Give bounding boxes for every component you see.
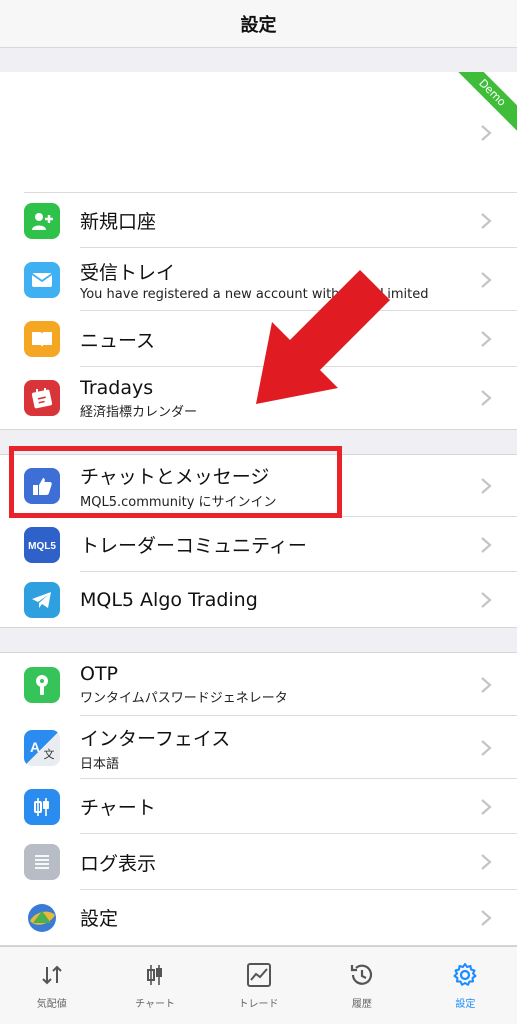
menu-item-algo-trading[interactable]: MQL5 Algo Trading xyxy=(0,572,517,627)
settings-icon xyxy=(453,963,477,986)
chevron-right-icon xyxy=(481,591,492,608)
translate-icon: A文 xyxy=(24,729,60,766)
menu-item-chart[interactable]: チャート xyxy=(0,779,517,834)
mql5-icon: MQL5 xyxy=(24,526,60,563)
key-icon xyxy=(24,666,60,703)
book-icon xyxy=(24,321,60,357)
account-card[interactable]: Demo xyxy=(0,72,517,193)
menu-item-log[interactable]: ログ表示 xyxy=(0,834,517,890)
tab-label: 設定 xyxy=(455,999,476,1010)
tab-bar: 気配値 チャート トレード 履歴 設定 xyxy=(0,946,517,1024)
menu-item-label: OTP xyxy=(80,663,119,685)
chevron-right-icon xyxy=(481,909,492,926)
add-user-icon xyxy=(24,202,60,239)
menu-item-label: ログ表示 xyxy=(80,852,157,875)
chevron-right-icon xyxy=(481,212,492,229)
menu-item-label: 設定 xyxy=(80,908,119,930)
telegram-icon xyxy=(24,581,60,618)
annotation-arrow-icon xyxy=(256,270,390,404)
tab-quotes[interactable]: 気配値 xyxy=(0,947,103,1024)
chevron-right-icon xyxy=(481,798,492,815)
chevron-right-icon xyxy=(481,536,492,553)
log-icon xyxy=(24,844,60,880)
tab-label: 履歴 xyxy=(351,999,372,1010)
tab-history[interactable]: 履歴 xyxy=(310,947,413,1024)
history-icon xyxy=(350,964,372,985)
section-app-settings: OTP ワンタイムパスワードジェネレータ A文 インターフェイス 日本語 チャー… xyxy=(0,652,517,946)
menu-item-sublabel: ワンタイムパスワードジェネレータ xyxy=(80,691,288,706)
menu-item-label: チャート xyxy=(80,797,156,819)
chevron-right-icon xyxy=(481,331,492,347)
menu-item-label: MQL5 Algo Trading xyxy=(80,588,258,611)
chart-icon xyxy=(147,965,163,985)
chevron-right-icon xyxy=(481,124,492,141)
menu-item-otp[interactable]: OTP ワンタイムパスワードジェネレータ xyxy=(0,653,517,716)
svg-text:MQL5: MQL5 xyxy=(28,541,56,552)
mt-logo-icon xyxy=(24,899,60,936)
chevron-right-icon xyxy=(481,390,492,406)
chevron-right-icon xyxy=(481,676,492,693)
tab-settings[interactable]: 設定 xyxy=(414,947,517,1024)
svg-text:A: A xyxy=(30,739,40,755)
mail-icon xyxy=(24,261,60,298)
chevron-right-icon xyxy=(481,478,492,494)
chevron-right-icon xyxy=(481,854,492,870)
tab-label: 気配値 xyxy=(36,999,67,1010)
svg-text:文: 文 xyxy=(44,747,55,761)
highlight-box xyxy=(9,446,342,518)
menu-item-label: インターフェイス xyxy=(80,727,231,750)
menu-item-label: 新規口座 xyxy=(80,211,157,233)
menu-item-new-account[interactable]: 新規口座 xyxy=(0,193,517,248)
menu-item-sublabel: 日本語 xyxy=(80,756,120,772)
tab-trade[interactable]: トレード xyxy=(207,947,310,1024)
tab-label: トレード xyxy=(238,999,279,1010)
page-title: 設定 xyxy=(240,14,277,36)
menu-item-settings[interactable]: 設定 xyxy=(0,890,517,945)
menu-item-label: トレーダーコミュニティー xyxy=(80,535,307,557)
chevron-right-icon xyxy=(481,739,492,756)
calendar-icon xyxy=(24,380,60,416)
menu-item-interface[interactable]: A文 インターフェイス 日本語 xyxy=(0,716,517,779)
menu-item-trader-community[interactable]: MQL5 トレーダーコミュニティー xyxy=(0,517,517,572)
nav-header: 設定 xyxy=(0,0,517,48)
trade-icon xyxy=(246,963,271,987)
candles-icon xyxy=(24,788,60,825)
quotes-icon xyxy=(41,965,62,985)
chevron-right-icon xyxy=(481,271,492,288)
tab-label: チャート xyxy=(135,999,176,1010)
tab-chart[interactable]: チャート xyxy=(103,947,206,1024)
